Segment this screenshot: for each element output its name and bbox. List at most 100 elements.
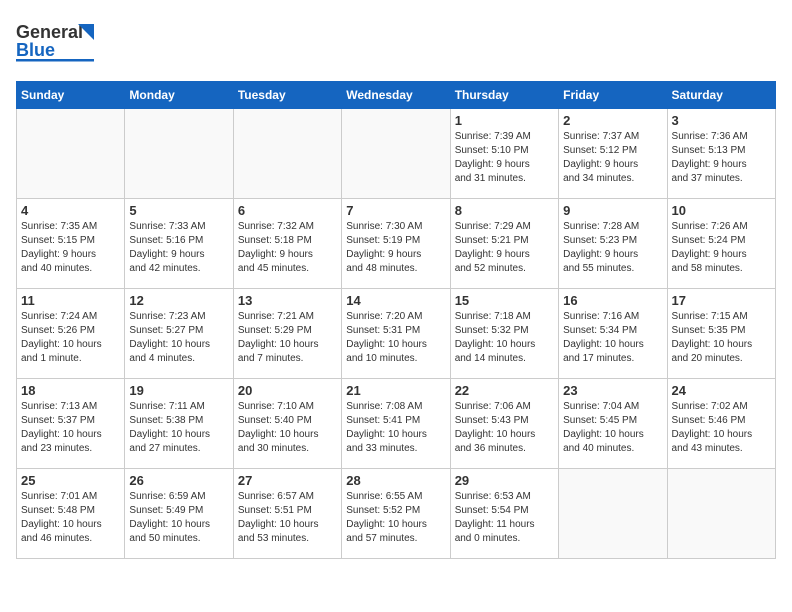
calendar-cell: 13 Sunrise: 7:21 AM Sunset: 5:29 PM Dayli… [233,289,341,379]
column-header-sunday: Sunday [17,82,125,109]
calendar-week-row: 1 Sunrise: 7:39 AM Sunset: 5:10 PM Daylig… [17,109,776,199]
day-number: 28 [346,473,445,488]
day-number: 21 [346,383,445,398]
calendar-table: SundayMondayTuesdayWednesdayThursdayFrid… [16,81,776,559]
day-info: Sunrise: 7:20 AM Sunset: 5:31 PM Dayligh… [346,310,445,366]
calendar-cell: 9 Sunrise: 7:28 AM Sunset: 5:23 PM Daylig… [559,199,667,289]
calendar-cell: 25Sunrise: 7:01 AM Sunset: 5:48 PM Dayli… [17,469,125,559]
calendar-header-row: SundayMondayTuesdayWednesdayThursdayFrid… [17,82,776,109]
day-number: 23 [563,383,662,398]
logo-svg: General Blue [16,16,106,71]
calendar-cell: 17 Sunrise: 7:15 AM Sunset: 5:35 PM Dayli… [667,289,775,379]
day-number: 13 [238,293,337,308]
day-number: 20 [238,383,337,398]
logo: General Blue [16,16,106,71]
calendar-cell [17,109,125,199]
day-info: Sunrise: 7:37 AM Sunset: 5:12 PM Dayligh… [563,130,662,186]
page-header: General Blue [16,16,776,71]
calendar-cell: 24 Sunrise: 7:02 AM Sunset: 5:46 PM Dayli… [667,379,775,469]
day-number: 22 [455,383,554,398]
calendar-cell: 12 Sunrise: 7:23 AM Sunset: 5:27 PM Dayli… [125,289,233,379]
calendar-cell: 1 Sunrise: 7:39 AM Sunset: 5:10 PM Daylig… [450,109,558,199]
calendar-cell [342,109,450,199]
column-header-saturday: Saturday [667,82,775,109]
day-info: Sunrise: 7:36 AM Sunset: 5:13 PM Dayligh… [672,130,771,186]
day-number: 26 [129,473,228,488]
day-info: Sunrise: 6:53 AM Sunset: 5:54 PM Dayligh… [455,490,554,546]
day-number: 9 [563,203,662,218]
calendar-cell: 7Sunrise: 7:30 AM Sunset: 5:19 PM Daylig… [342,199,450,289]
column-header-tuesday: Tuesday [233,82,341,109]
day-info: Sunrise: 7:35 AM Sunset: 5:15 PM Dayligh… [21,220,120,276]
day-info: Sunrise: 7:18 AM Sunset: 5:32 PM Dayligh… [455,310,554,366]
day-info: Sunrise: 7:02 AM Sunset: 5:46 PM Dayligh… [672,400,771,456]
day-number: 27 [238,473,337,488]
day-number: 24 [672,383,771,398]
day-info: Sunrise: 7:15 AM Sunset: 5:35 PM Dayligh… [672,310,771,366]
calendar-cell: 19 Sunrise: 7:11 AM Sunset: 5:38 PM Dayli… [125,379,233,469]
day-number: 5 [129,203,228,218]
column-header-wednesday: Wednesday [342,82,450,109]
calendar-cell: 21 Sunrise: 7:08 AM Sunset: 5:41 PM Dayli… [342,379,450,469]
day-info: Sunrise: 7:33 AM Sunset: 5:16 PM Dayligh… [129,220,228,276]
column-header-monday: Monday [125,82,233,109]
calendar-week-row: 11 Sunrise: 7:24 AM Sunset: 5:26 PM Dayli… [17,289,776,379]
calendar-cell: 23 Sunrise: 7:04 AM Sunset: 5:45 PM Dayli… [559,379,667,469]
calendar-week-row: 18 Sunrise: 7:13 AM Sunset: 5:37 PM Dayli… [17,379,776,469]
day-number: 12 [129,293,228,308]
calendar-cell: 15 Sunrise: 7:18 AM Sunset: 5:32 PM Dayli… [450,289,558,379]
day-info: Sunrise: 7:29 AM Sunset: 5:21 PM Dayligh… [455,220,554,276]
calendar-cell: 10 Sunrise: 7:26 AM Sunset: 5:24 PM Dayli… [667,199,775,289]
day-number: 8 [455,203,554,218]
day-info: Sunrise: 6:59 AM Sunset: 5:49 PM Dayligh… [129,490,228,546]
day-info: Sunrise: 6:55 AM Sunset: 5:52 PM Dayligh… [346,490,445,546]
day-number: 14 [346,293,445,308]
calendar-cell: 6 Sunrise: 7:32 AM Sunset: 5:18 PM Daylig… [233,199,341,289]
day-number: 1 [455,113,554,128]
day-info: Sunrise: 7:32 AM Sunset: 5:18 PM Dayligh… [238,220,337,276]
day-info: Sunrise: 7:21 AM Sunset: 5:29 PM Dayligh… [238,310,337,366]
svg-text:Blue: Blue [16,40,55,60]
day-number: 6 [238,203,337,218]
day-number: 29 [455,473,554,488]
calendar-cell [559,469,667,559]
calendar-cell: 27 Sunrise: 6:57 AM Sunset: 5:51 PM Dayli… [233,469,341,559]
day-number: 19 [129,383,228,398]
day-info: Sunrise: 7:26 AM Sunset: 5:24 PM Dayligh… [672,220,771,276]
calendar-cell: 2Sunrise: 7:37 AM Sunset: 5:12 PM Daylig… [559,109,667,199]
calendar-cell: 4 Sunrise: 7:35 AM Sunset: 5:15 PM Daylig… [17,199,125,289]
calendar-cell [125,109,233,199]
day-info: Sunrise: 7:04 AM Sunset: 5:45 PM Dayligh… [563,400,662,456]
day-number: 16 [563,293,662,308]
column-header-thursday: Thursday [450,82,558,109]
day-number: 10 [672,203,771,218]
svg-text:General: General [16,22,83,42]
day-number: 11 [21,293,120,308]
calendar-cell [233,109,341,199]
day-info: Sunrise: 7:13 AM Sunset: 5:37 PM Dayligh… [21,400,120,456]
day-number: 17 [672,293,771,308]
day-number: 15 [455,293,554,308]
calendar-cell: 5 Sunrise: 7:33 AM Sunset: 5:16 PM Daylig… [125,199,233,289]
day-info: Sunrise: 7:16 AM Sunset: 5:34 PM Dayligh… [563,310,662,366]
day-number: 18 [21,383,120,398]
calendar-cell: 26 Sunrise: 6:59 AM Sunset: 5:49 PM Dayli… [125,469,233,559]
calendar-cell: 20 Sunrise: 7:10 AM Sunset: 5:40 PM Dayli… [233,379,341,469]
day-info: Sunrise: 7:10 AM Sunset: 5:40 PM Dayligh… [238,400,337,456]
calendar-cell [667,469,775,559]
day-info: Sunrise: 7:11 AM Sunset: 5:38 PM Dayligh… [129,400,228,456]
day-number: 3 [672,113,771,128]
calendar-cell: 29 Sunrise: 6:53 AM Sunset: 5:54 PM Dayli… [450,469,558,559]
day-info: Sunrise: 7:23 AM Sunset: 5:27 PM Dayligh… [129,310,228,366]
day-info: Sunrise: 7:39 AM Sunset: 5:10 PM Dayligh… [455,130,554,186]
day-number: 4 [21,203,120,218]
day-info: Sunrise: 7:24 AM Sunset: 5:26 PM Dayligh… [21,310,120,366]
day-info: Sunrise: 6:57 AM Sunset: 5:51 PM Dayligh… [238,490,337,546]
calendar-cell: 8 Sunrise: 7:29 AM Sunset: 5:21 PM Daylig… [450,199,558,289]
day-info: Sunrise: 7:28 AM Sunset: 5:23 PM Dayligh… [563,220,662,276]
day-info: Sunrise: 7:08 AM Sunset: 5:41 PM Dayligh… [346,400,445,456]
day-info: Sunrise: 7:30 AM Sunset: 5:19 PM Dayligh… [346,220,445,276]
day-info: Sunrise: 7:01 AM Sunset: 5:48 PM Dayligh… [21,490,120,546]
calendar-cell: 28 Sunrise: 6:55 AM Sunset: 5:52 PM Dayli… [342,469,450,559]
calendar-week-row: 25Sunrise: 7:01 AM Sunset: 5:48 PM Dayli… [17,469,776,559]
